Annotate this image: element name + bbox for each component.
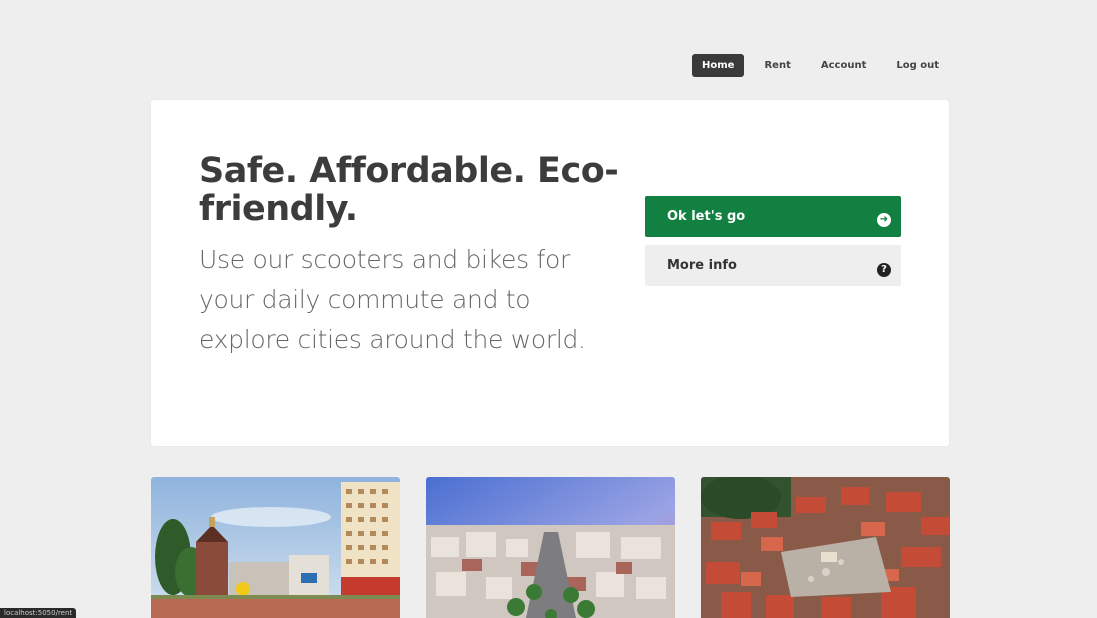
nav-home[interactable]: Home — [692, 54, 745, 77]
hero-subtitle: Use our scooters and bikes for your dail… — [199, 245, 586, 354]
city-card-2[interactable] — [426, 477, 675, 618]
status-bar-url: localhost:5050/rent — [0, 608, 77, 618]
arrow-circle-right-icon: ➜ — [877, 212, 891, 227]
more-info-label: More info — [667, 258, 737, 273]
ok-lets-go-button[interactable]: Ok let's go ➜ — [645, 196, 901, 237]
city-card-1[interactable] — [151, 477, 400, 618]
nav-rent[interactable]: Rent — [754, 54, 800, 77]
nav-account[interactable]: Account — [811, 54, 876, 77]
ok-lets-go-label: Ok let's go — [667, 209, 746, 224]
more-info-button[interactable]: More info ? — [645, 245, 901, 286]
city-photo-3 — [701, 477, 950, 618]
top-nav: Home Rent Account Log out — [688, 54, 949, 77]
question-circle-icon: ? — [877, 262, 891, 277]
nav-logout[interactable]: Log out — [886, 54, 949, 77]
city-photo-2 — [426, 477, 675, 618]
city-photo-1 — [151, 477, 400, 618]
hero-title: Safe. Affordable. Eco-friendly. — [199, 151, 619, 229]
hero-card: Safe. Affordable. Eco-friendly. Use our … — [151, 100, 949, 446]
city-card-3[interactable] — [701, 477, 950, 618]
